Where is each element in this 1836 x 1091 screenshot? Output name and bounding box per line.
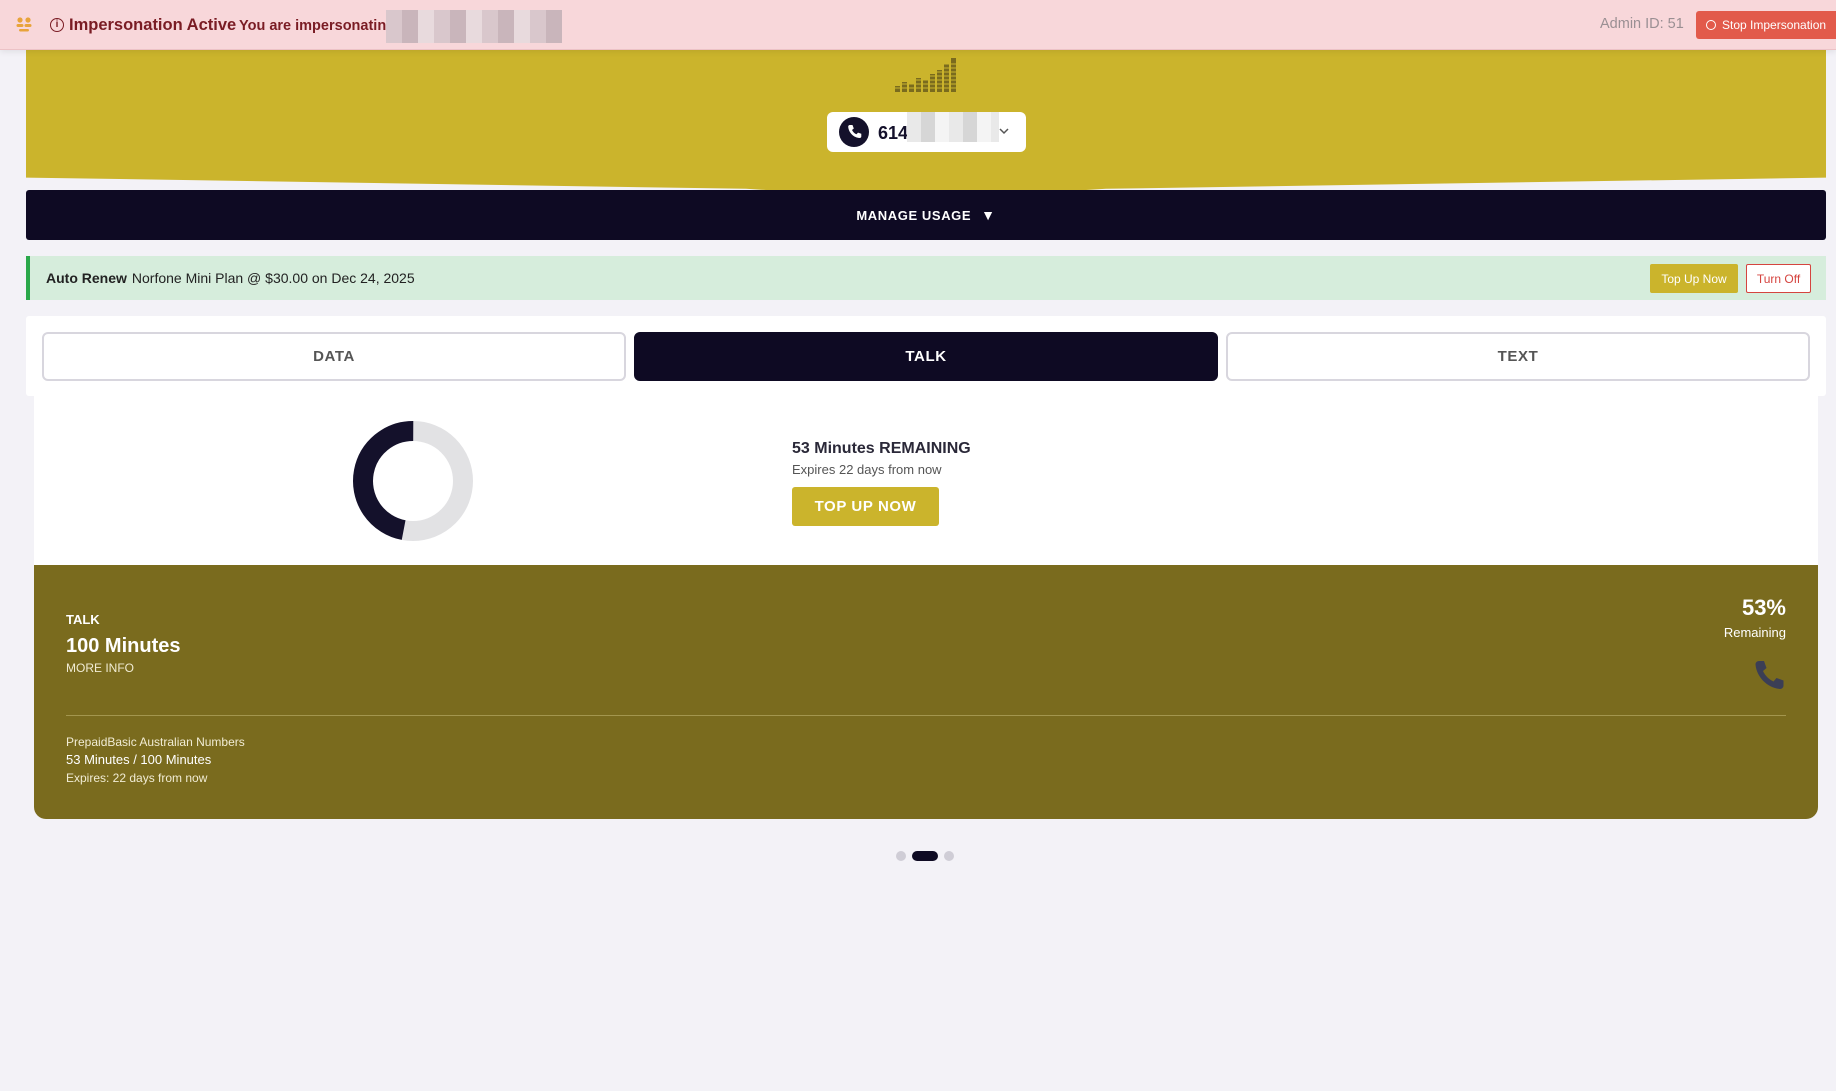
more-info-link[interactable]: MORE INFO (66, 661, 134, 675)
stop-impersonation-button[interactable]: Stop Impersonation (1696, 11, 1836, 39)
percent-remaining: 53% (1741, 595, 1786, 620)
turn-off-button[interactable]: Turn Off (1746, 264, 1811, 293)
redacted-phone-number (907, 112, 999, 142)
plan-usage: 53 Minutes / 100 Minutes (66, 752, 212, 767)
top-up-button[interactable]: TOP UP NOW (792, 487, 939, 526)
tab-data[interactable]: DATA (42, 332, 626, 381)
auto-renew-banner: Auto Renew Norfone Mini Plan @ $30.00 on… (26, 256, 1826, 300)
plan-card-amount: 100 Minutes (66, 635, 181, 657)
triangle-down-icon: ▼ (981, 207, 996, 223)
impersonation-banner: i Impersonation Active You are impersona… (0, 0, 1836, 50)
pager-dot[interactable] (896, 851, 906, 861)
plan-card-label: TALK (66, 612, 100, 627)
auto-renew-text: Norfone Mini Plan @ $30.00 on Dec 24, 20… (131, 270, 415, 286)
tab-text[interactable]: TEXT (1226, 332, 1810, 381)
usage-panel (34, 396, 1818, 566)
user-circle-icon (1706, 20, 1716, 30)
manage-usage-label: MANAGE USAGE (856, 207, 972, 223)
plan-expires: Expires: 22 days from now (66, 771, 208, 785)
percent-remaining-label: Remaining (1723, 625, 1786, 640)
auto-renew-label: Auto Renew (46, 270, 127, 286)
phone-icon (839, 117, 869, 147)
admin-id: Admin ID: 51 (1600, 16, 1684, 32)
top-up-now-button[interactable]: Top Up Now (1650, 264, 1738, 293)
phone-number-selector[interactable]: 614 (827, 112, 1026, 152)
brand-logo-icon (895, 58, 959, 92)
phone-number: 614 (878, 123, 909, 143)
usage-tabs: DATA TALK TEXT (26, 316, 1826, 396)
divider (66, 715, 1786, 716)
impersonation-message: You are impersonating (239, 18, 396, 34)
plan-card: TALK 100 Minutes MORE INFO 53% Remaining… (34, 565, 1818, 819)
stop-impersonation-label: Stop Impersonation (1722, 18, 1827, 32)
impersonation-title: Impersonation Active (69, 16, 237, 34)
people-icon (16, 17, 32, 32)
carousel-pager (896, 851, 954, 861)
tab-talk[interactable]: TALK (634, 332, 1218, 381)
pager-dot[interactable] (944, 851, 954, 861)
pager-dot-active[interactable] (912, 851, 938, 861)
chevron-down-icon (999, 128, 1009, 135)
redacted-username (386, 10, 562, 43)
remaining-donut-chart (353, 421, 473, 541)
expires-text: Expires 22 days from now (792, 462, 942, 477)
phone-icon (1755, 661, 1784, 689)
info-icon: i (50, 18, 64, 32)
manage-usage-toggle[interactable]: MANAGE USAGE ▼ (26, 190, 1826, 240)
remaining-title: 53 Minutes REMAINING (792, 440, 971, 457)
plan-name: PrepaidBasic Australian Numbers (66, 735, 245, 749)
